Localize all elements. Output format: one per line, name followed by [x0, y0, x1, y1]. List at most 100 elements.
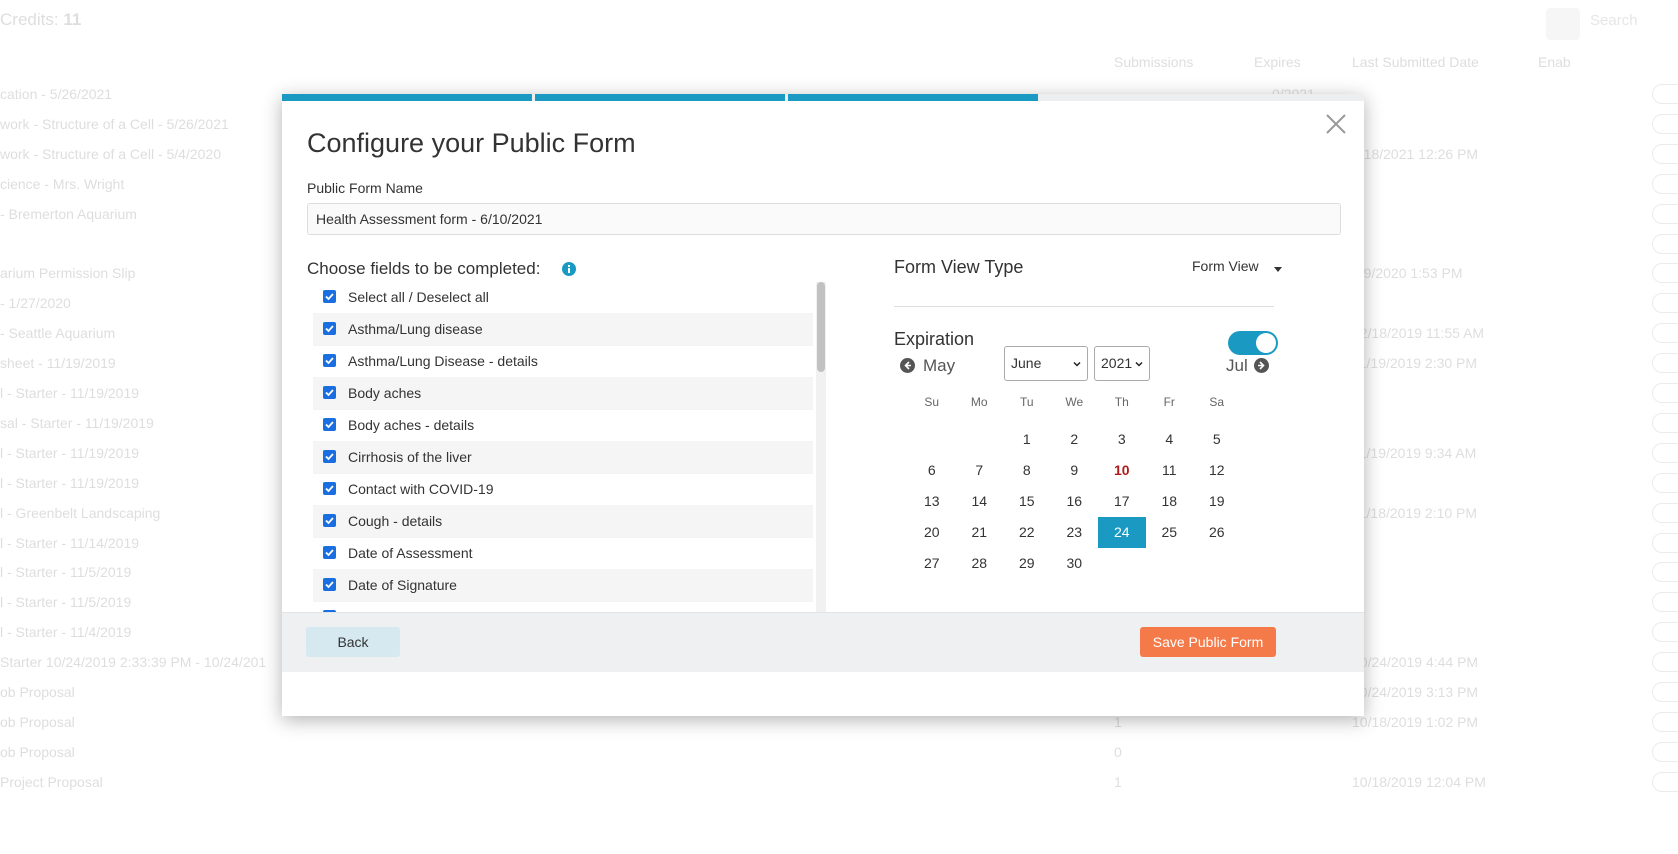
field-row[interactable]: Body aches - details	[313, 410, 813, 442]
row-name: ob Proposal	[0, 684, 75, 700]
calendar-day[interactable]: 15	[1003, 486, 1051, 517]
field-row[interactable]: Asthma/Lung disease	[313, 314, 813, 346]
calendar-day[interactable]: 19	[1193, 486, 1241, 517]
field-row[interactable]: Cough - details	[313, 506, 813, 538]
calendar-day[interactable]: 4	[1146, 424, 1194, 455]
calendar-day[interactable]: 21	[956, 517, 1004, 548]
row-last-submitted: 11/18/2019 2:10 PM	[1352, 504, 1478, 521]
form-view-type-select[interactable]: Form View	[1192, 258, 1259, 274]
row-name: sal - Starter - 11/19/2019	[0, 414, 154, 431]
calendar-day[interactable]: 18	[1146, 486, 1194, 517]
calendar-empty-cell	[1193, 548, 1241, 579]
chevron-down-icon	[1073, 361, 1081, 367]
calendar-day[interactable]: 25	[1146, 517, 1194, 548]
weekday-label: Tu	[1019, 395, 1034, 409]
field-row[interactable]: Cirrhosis of the liver	[313, 442, 813, 474]
fields-scrollbar-thumb[interactable]	[817, 282, 825, 372]
row-enabled-toggle	[1652, 502, 1678, 523]
weekday-label: Su	[924, 395, 940, 409]
calendar-day[interactable]: 8	[1003, 455, 1051, 486]
calendar-day[interactable]: 20	[908, 517, 956, 548]
calendar-day[interactable]: 9	[1051, 455, 1099, 486]
public-form-name-input[interactable]	[307, 203, 1341, 235]
calendar-day[interactable]: 17	[1098, 486, 1146, 517]
field-row[interactable]: Contact with COVID-19	[313, 474, 813, 506]
field-row[interactable]: Body aches	[313, 378, 813, 410]
expiration-label: Expiration	[894, 329, 975, 349]
calendar-next-month[interactable]: Jul	[1226, 356, 1269, 376]
calendar-day[interactable]: 6	[908, 455, 956, 486]
field-label: Body aches - details	[348, 417, 475, 433]
year-select[interactable]: 2021	[1094, 346, 1150, 381]
row-last-submitted: 10/18/2019 12:04 PM	[1352, 773, 1486, 790]
row-name: ob Proposal	[0, 743, 75, 760]
field-label: Body aches	[348, 385, 422, 401]
calendar-day[interactable]: 13	[908, 486, 956, 517]
row-name: cience - Mrs. Wright	[0, 175, 125, 192]
save-public-form-button[interactable]: Save Public Form	[1140, 627, 1276, 657]
calendar-day[interactable]: 26	[1193, 517, 1241, 548]
table-row: ob Proposal 0	[0, 738, 1678, 768]
field-checkbox[interactable]	[323, 354, 336, 367]
field-label: Contact with COVID-19	[348, 481, 494, 497]
calendar-day[interactable]: 28	[956, 548, 1004, 579]
field-checkbox[interactable]	[323, 450, 336, 463]
calendar-prev-month[interactable]: May	[900, 356, 955, 376]
row-enabled-toggle	[1652, 711, 1678, 732]
info-icon[interactable]	[562, 262, 576, 276]
weekday-label: Sa	[1209, 395, 1225, 409]
progress-step-3	[788, 94, 1038, 101]
field-checkbox[interactable]	[323, 578, 336, 591]
calendar-day[interactable]: 23	[1051, 517, 1099, 548]
field-row[interactable]: Select all / Deselect all	[313, 282, 813, 314]
field-checkbox[interactable]	[323, 514, 336, 527]
calendar-day-selected[interactable]: 24	[1098, 517, 1146, 548]
field-checkbox[interactable]	[323, 322, 336, 335]
column-last-submitted: Last Submitted Date	[1352, 54, 1479, 70]
back-button[interactable]: Back	[306, 627, 400, 657]
field-checkbox[interactable]	[323, 290, 336, 303]
fields-list: Select all / Deselect all Asthma/Lung dis…	[313, 282, 813, 620]
calendar-day[interactable]: 29	[1003, 548, 1051, 579]
row-last-submitted: 10/24/2019 3:13 PM	[1352, 684, 1479, 700]
calendar-day[interactable]: 14	[956, 486, 1004, 517]
weekday-label: Fr	[1163, 395, 1175, 409]
field-checkbox[interactable]	[323, 546, 336, 559]
field-checkbox[interactable]	[323, 482, 336, 495]
calendar-day[interactable]: 22	[1003, 517, 1051, 548]
calendar-day[interactable]: 27	[908, 548, 956, 579]
column-enabled: Enab	[1538, 54, 1571, 70]
calendar-day[interactable]: 1	[1003, 424, 1051, 455]
row-enabled-toggle	[1652, 622, 1678, 643]
modal-title: Configure your Public Form	[307, 128, 636, 158]
calendar-empty-cell	[1146, 548, 1194, 579]
calendar-day[interactable]: 16	[1051, 486, 1099, 517]
field-checkbox[interactable]	[323, 386, 336, 399]
row-last-submitted: 11/19/2019 2:30 PM	[1352, 355, 1478, 372]
calendar-day[interactable]: 30	[1051, 548, 1099, 579]
row-enabled-toggle	[1652, 442, 1678, 463]
calendar-day[interactable]: 2	[1051, 424, 1099, 455]
search-input: Search	[1590, 12, 1638, 29]
expiration-toggle[interactable]	[1228, 331, 1278, 355]
calendar-day[interactable]: 7	[956, 455, 1004, 486]
calendar-day[interactable]: 11	[1146, 455, 1194, 486]
calendar-day-today[interactable]: 10	[1098, 455, 1146, 486]
row-name: l - Starter - 11/4/2019	[0, 624, 132, 641]
close-icon[interactable]	[1322, 110, 1350, 138]
row-name: arium Permission Slip	[0, 265, 136, 282]
row-enabled-toggle	[1652, 293, 1678, 314]
calendar-week: 6 7 8 9 10 11 12	[908, 455, 1241, 486]
calendar-day[interactable]: 3	[1098, 424, 1146, 455]
field-checkbox[interactable]	[323, 418, 336, 431]
row-name: l - Greenbelt Landscaping	[0, 504, 161, 521]
field-row[interactable]: Asthma/Lung Disease - details	[313, 346, 813, 378]
month-select[interactable]: June	[1004, 346, 1088, 381]
row-name: work - Structure of a Cell - 5/26/2021	[0, 115, 229, 132]
row-name: - Seattle Aquarium	[0, 325, 116, 342]
field-row[interactable]: Date of Signature	[313, 570, 813, 602]
field-row[interactable]: Date of Assessment	[313, 538, 813, 570]
calendar-week: 12345	[908, 424, 1241, 455]
calendar-day[interactable]: 5	[1193, 424, 1241, 455]
calendar-day[interactable]: 12	[1193, 455, 1241, 486]
